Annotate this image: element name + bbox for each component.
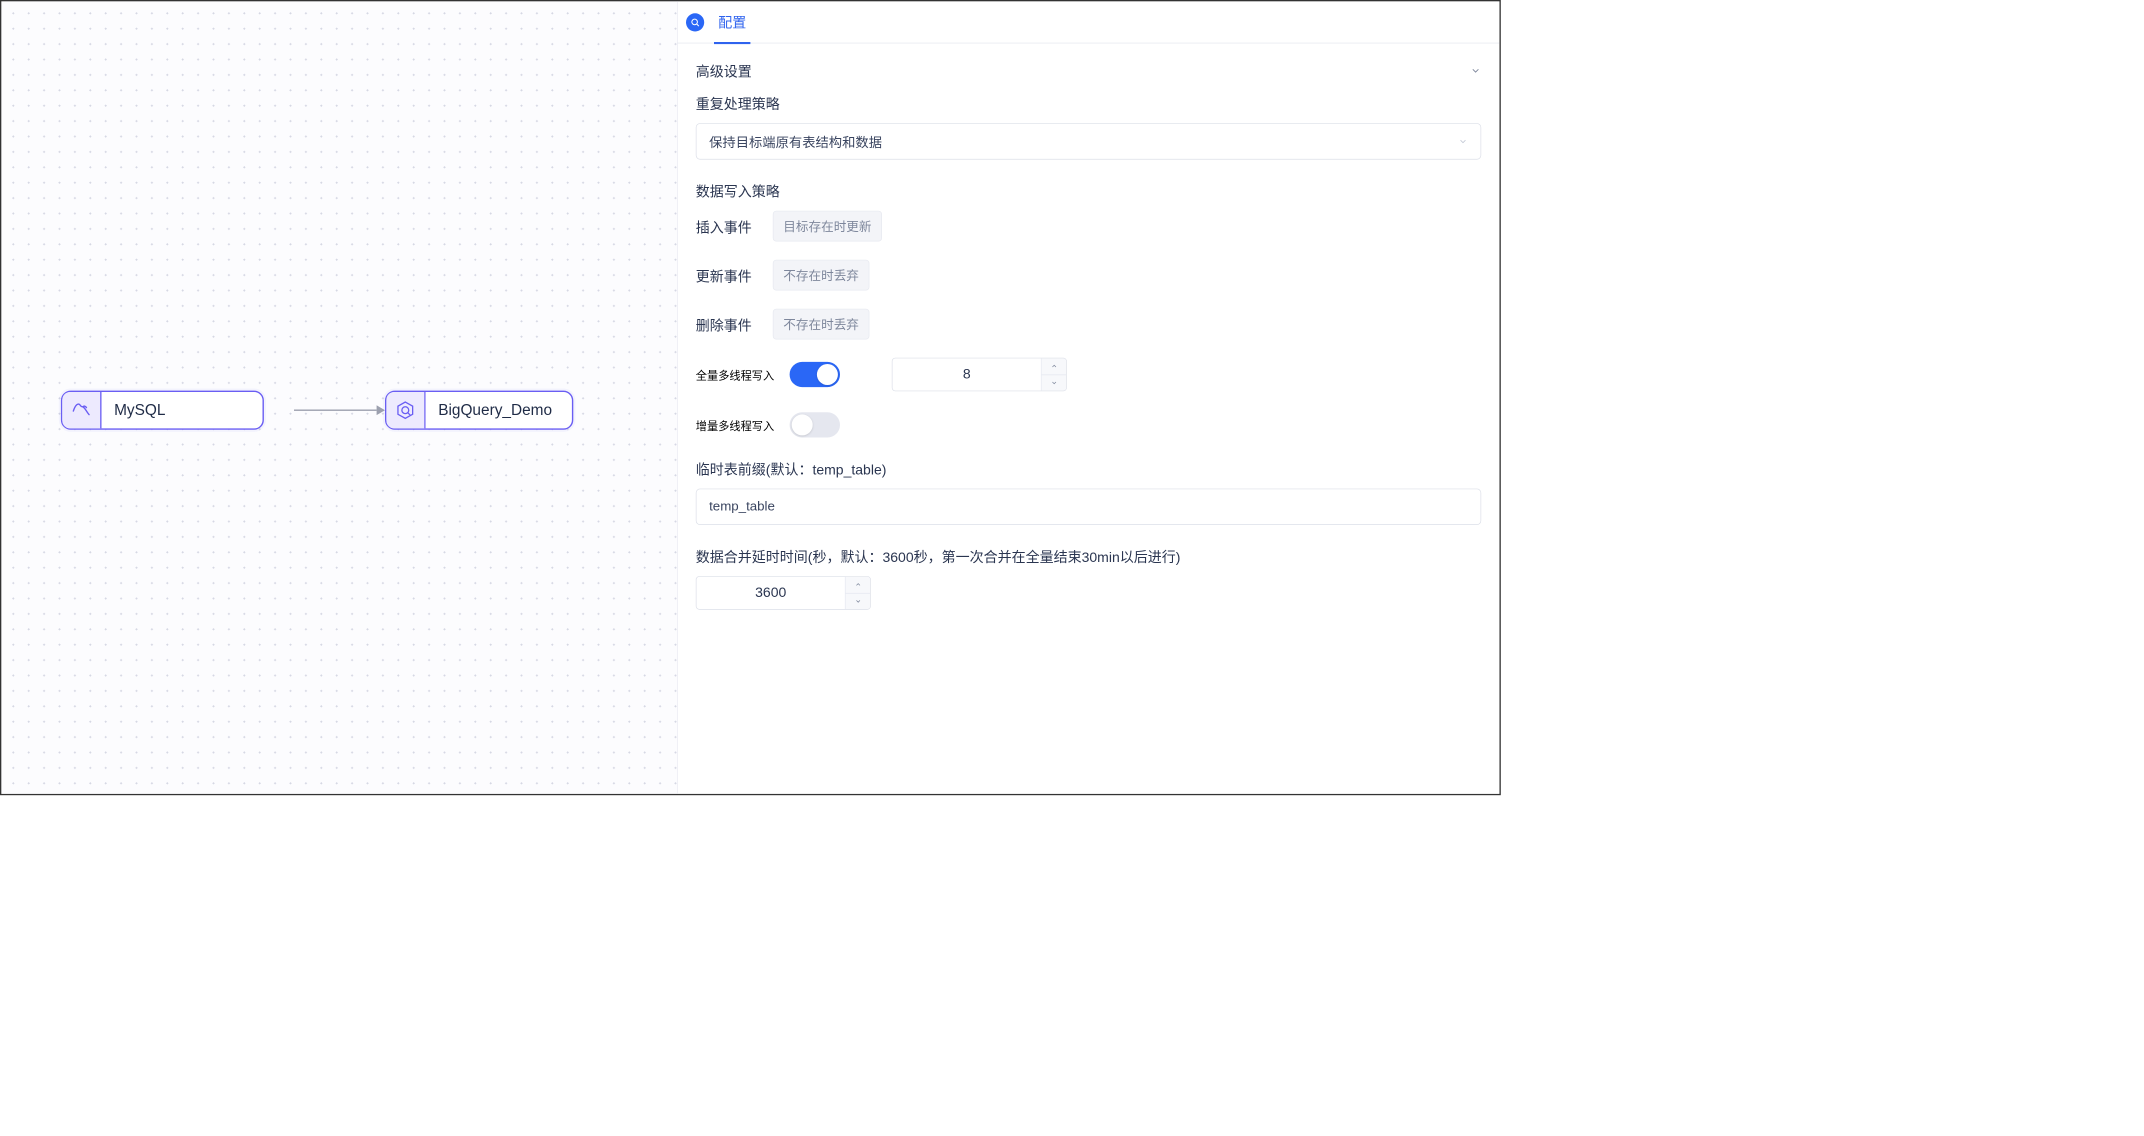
bigquery-tab-icon [686,13,704,31]
stepper-up-icon[interactable] [1042,358,1067,374]
write-policy-label: 数据写入策略 [696,181,1481,201]
full-threads-row: 全量多线程写入 8 [696,358,1481,392]
full-threads-toggle[interactable] [790,362,840,387]
node-mysql-label: MySQL [102,401,263,419]
inc-threads-toggle[interactable] [790,412,840,437]
field-merge-delay: 数据合并延时时间(秒，默认：3600秒，第一次合并在全量结束30min以后进行)… [696,546,1481,610]
inc-threads-label: 增量多线程写入 [696,417,774,434]
node-bigquery-label: BigQuery_Demo [426,401,572,419]
temp-prefix-input[interactable]: temp_table [696,489,1481,525]
full-threads-label: 全量多线程写入 [696,366,774,383]
tab-bar: 配置 [678,1,1500,43]
duplicate-policy-value: 保持目标端原有表结构和数据 [709,132,882,151]
full-threads-value: 8 [893,358,1041,390]
stepper-up-icon[interactable] [846,577,871,593]
duplicate-policy-select[interactable]: 保持目标端原有表结构和数据 [696,123,1481,159]
delete-event-row: 删除事件 不存在时丢弃 [696,309,1481,340]
field-temp-prefix: 临时表前缀(默认：temp_table) temp_table [696,459,1481,526]
section-advanced-title: 高级设置 [696,60,752,80]
insert-event-row: 插入事件 目标存在时更新 [696,211,1481,242]
stepper-down-icon[interactable] [846,593,871,609]
inc-threads-row: 增量多线程写入 [696,412,1481,437]
update-event-tag[interactable]: 不存在时丢弃 [773,260,870,291]
tab-config[interactable]: 配置 [714,1,750,44]
chevron-down-icon [1470,65,1481,76]
chevron-down-icon [1458,137,1468,147]
edge-arrow [294,407,385,413]
pipeline-canvas[interactable]: MySQL BigQuery_Demo [1,1,676,793]
update-event-row: 更新事件 不存在时丢弃 [696,260,1481,291]
node-mysql[interactable]: MySQL [61,391,264,430]
mysql-icon [62,392,101,428]
stepper-down-icon[interactable] [1042,374,1067,390]
insert-event-tag[interactable]: 目标存在时更新 [773,211,882,242]
temp-prefix-label: 临时表前缀(默认：temp_table) [696,459,1481,479]
field-write-policy: 数据写入策略 插入事件 目标存在时更新 更新事件 不存在时丢弃 删除事件 不存在… [696,181,1481,438]
delete-event-tag[interactable]: 不存在时丢弃 [773,309,870,340]
config-panel: 配置 高级设置 重复处理策略 保持目标端原有表结构和数据 数据写入 [677,1,1500,793]
duplicate-policy-label: 重复处理策略 [696,93,1481,113]
insert-event-label: 插入事件 [696,216,759,236]
merge-delay-value: 3600 [697,577,845,609]
full-threads-input[interactable]: 8 [892,358,1067,392]
bigquery-icon [386,392,425,428]
delete-event-label: 删除事件 [696,314,759,334]
temp-prefix-value: temp_table [709,499,775,514]
node-bigquery[interactable]: BigQuery_Demo [385,391,573,430]
field-duplicate-policy: 重复处理策略 保持目标端原有表结构和数据 [696,93,1481,159]
section-advanced-header[interactable]: 高级设置 [678,43,1500,93]
merge-delay-label: 数据合并延时时间(秒，默认：3600秒，第一次合并在全量结束30min以后进行) [696,546,1481,566]
merge-delay-input[interactable]: 3600 [696,576,871,610]
update-event-label: 更新事件 [696,265,759,285]
